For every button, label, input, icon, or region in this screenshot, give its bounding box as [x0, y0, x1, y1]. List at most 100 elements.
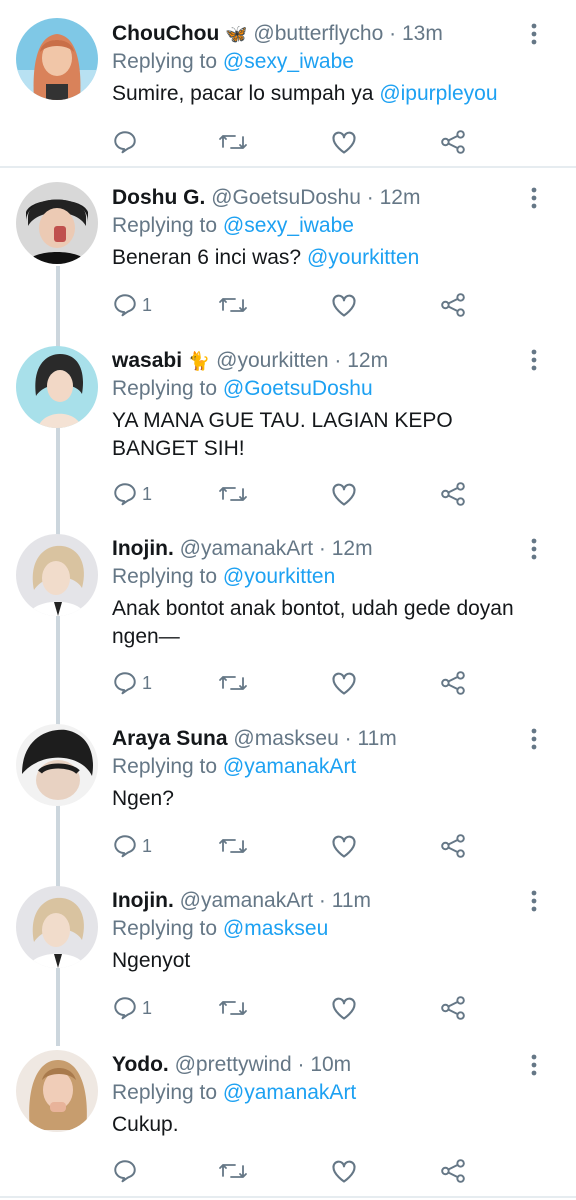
retweet-button[interactable]	[218, 127, 248, 157]
more-vertical-icon[interactable]	[522, 22, 546, 46]
tweet[interactable]: Araya Suna @maskseu · 11m Replying to @y…	[0, 718, 576, 880]
share-button[interactable]	[440, 290, 466, 320]
retweet-button[interactable]	[218, 479, 248, 509]
timestamp[interactable]: 11m	[332, 889, 371, 912]
replying-to-link[interactable]: @GoetsuDoshu	[223, 377, 373, 400]
reply-count: 1	[142, 835, 153, 856]
replying-to-link[interactable]: @yamanakArt	[223, 1081, 356, 1104]
retweet-button[interactable]	[218, 831, 248, 861]
timestamp[interactable]: 11m	[357, 727, 396, 750]
handle[interactable]: @yourkitten	[216, 349, 328, 372]
display-name[interactable]: Inojin.	[112, 537, 174, 560]
handle[interactable]: @maskseu	[233, 727, 338, 750]
avatar[interactable]	[16, 346, 98, 428]
mention-link[interactable]: @ipurpleyou	[379, 82, 497, 105]
more-vertical-icon[interactable]	[522, 537, 546, 561]
share-button[interactable]	[440, 668, 466, 698]
tweet[interactable]: Inojin. @yamanakArt · 12m Replying to @y…	[0, 528, 576, 718]
tweet-text-body: Anak bontot anak bontot, udah gede doyan…	[112, 597, 514, 648]
retweet-icon	[218, 995, 248, 1021]
handle[interactable]: @GoetsuDoshu	[211, 186, 361, 209]
tweet-header: Inojin. @yamanakArt · 12m	[112, 535, 528, 563]
replying-to-label: Replying to	[112, 50, 218, 73]
handle[interactable]: @butterflycho	[253, 22, 383, 45]
tweet[interactable]: Inojin. @yamanakArt · 11m Replying to @m…	[0, 880, 576, 1044]
timestamp[interactable]: 12m	[380, 186, 421, 209]
like-button[interactable]	[330, 993, 358, 1023]
retweet-icon	[218, 129, 248, 155]
retweet-button[interactable]	[218, 1156, 248, 1186]
replying-to: Replying to @sexy_iwabe	[112, 212, 528, 240]
tweet[interactable]: ChouChou 🦋 @butterflycho · 13m Replying …	[0, 0, 576, 166]
replying-to: Replying to @yourkitten	[112, 563, 528, 591]
display-name[interactable]: Inojin.	[112, 889, 174, 912]
avatar[interactable]	[16, 724, 98, 806]
like-button[interactable]	[330, 668, 358, 698]
more-vertical-icon[interactable]	[522, 186, 546, 210]
dot-separator: ·	[366, 186, 374, 209]
tweet[interactable]: Yodo. @prettywind · 10m Replying to @yam…	[0, 1044, 576, 1196]
display-name[interactable]: Araya Suna	[112, 727, 228, 750]
like-button[interactable]	[330, 127, 358, 157]
reply-button[interactable]: 1	[112, 831, 152, 861]
replying-to-label: Replying to	[112, 755, 218, 778]
timestamp[interactable]: 13m	[402, 22, 443, 45]
retweet-button[interactable]	[218, 290, 248, 320]
more-vertical-icon[interactable]	[522, 889, 546, 913]
tweet-actions	[112, 1156, 472, 1186]
replying-to-link[interactable]: @yamanakArt	[223, 755, 356, 778]
more-vertical-icon[interactable]	[522, 1053, 546, 1077]
like-button[interactable]	[330, 479, 358, 509]
share-button[interactable]	[440, 479, 466, 509]
tweet-text-body: Ngen?	[112, 787, 174, 810]
like-button[interactable]	[330, 1156, 358, 1186]
avatar[interactable]	[16, 182, 98, 264]
share-button[interactable]	[440, 1156, 466, 1186]
timestamp[interactable]: 10m	[310, 1053, 351, 1076]
avatar[interactable]	[16, 18, 98, 100]
tweet[interactable]: Doshu G. @GoetsuDoshu · 12m Replying to …	[0, 168, 576, 338]
tweet-actions	[112, 127, 472, 157]
reply-button[interactable]: 1	[112, 993, 152, 1023]
tweet-actions: 1	[112, 479, 472, 509]
like-button[interactable]	[330, 831, 358, 861]
replying-to-link[interactable]: @maskseu	[223, 917, 328, 940]
display-name[interactable]: wasabi	[112, 349, 182, 372]
display-name[interactable]: Doshu G.	[112, 186, 205, 209]
share-button[interactable]	[440, 831, 466, 861]
reply-button[interactable]: 1	[112, 479, 152, 509]
avatar[interactable]	[16, 886, 98, 968]
timestamp[interactable]: 12m	[347, 349, 388, 372]
reply-count: 1	[142, 294, 153, 315]
avatar[interactable]	[16, 534, 98, 616]
like-button[interactable]	[330, 290, 358, 320]
reply-count: 1	[142, 672, 153, 693]
reply-button[interactable]	[112, 1156, 142, 1186]
retweet-icon	[218, 481, 248, 507]
share-icon	[440, 481, 466, 507]
handle[interactable]: @yamanakArt	[180, 889, 313, 912]
handle[interactable]: @prettywind	[175, 1053, 292, 1076]
replying-to-link[interactable]: @sexy_iwabe	[223, 214, 354, 237]
reply-button[interactable]: 1	[112, 668, 152, 698]
retweet-button[interactable]	[218, 993, 248, 1023]
reply-button[interactable]: 1	[112, 290, 152, 320]
more-vertical-icon[interactable]	[522, 348, 546, 372]
retweet-button[interactable]	[218, 668, 248, 698]
handle[interactable]: @yamanakArt	[180, 537, 313, 560]
replying-to-link[interactable]: @yourkitten	[223, 565, 335, 588]
display-name[interactable]: ChouChou	[112, 22, 219, 45]
reply-button[interactable]	[112, 127, 142, 157]
replying-to: Replying to @yamanakArt	[112, 1079, 528, 1107]
timestamp[interactable]: 12m	[332, 537, 373, 560]
share-button[interactable]	[440, 127, 466, 157]
mention-link[interactable]: @yourkitten	[307, 246, 419, 269]
avatar[interactable]	[16, 1050, 98, 1132]
tweet-text: Cukup.	[112, 1111, 528, 1139]
display-name[interactable]: Yodo.	[112, 1053, 169, 1076]
more-vertical-icon[interactable]	[522, 727, 546, 751]
share-button[interactable]	[440, 993, 466, 1023]
tweet-text: Anak bontot anak bontot, udah gede doyan…	[112, 595, 528, 651]
tweet[interactable]: wasabi 🐈 @yourkitten · 12m Replying to @…	[0, 338, 576, 528]
replying-to-link[interactable]: @sexy_iwabe	[223, 50, 354, 73]
